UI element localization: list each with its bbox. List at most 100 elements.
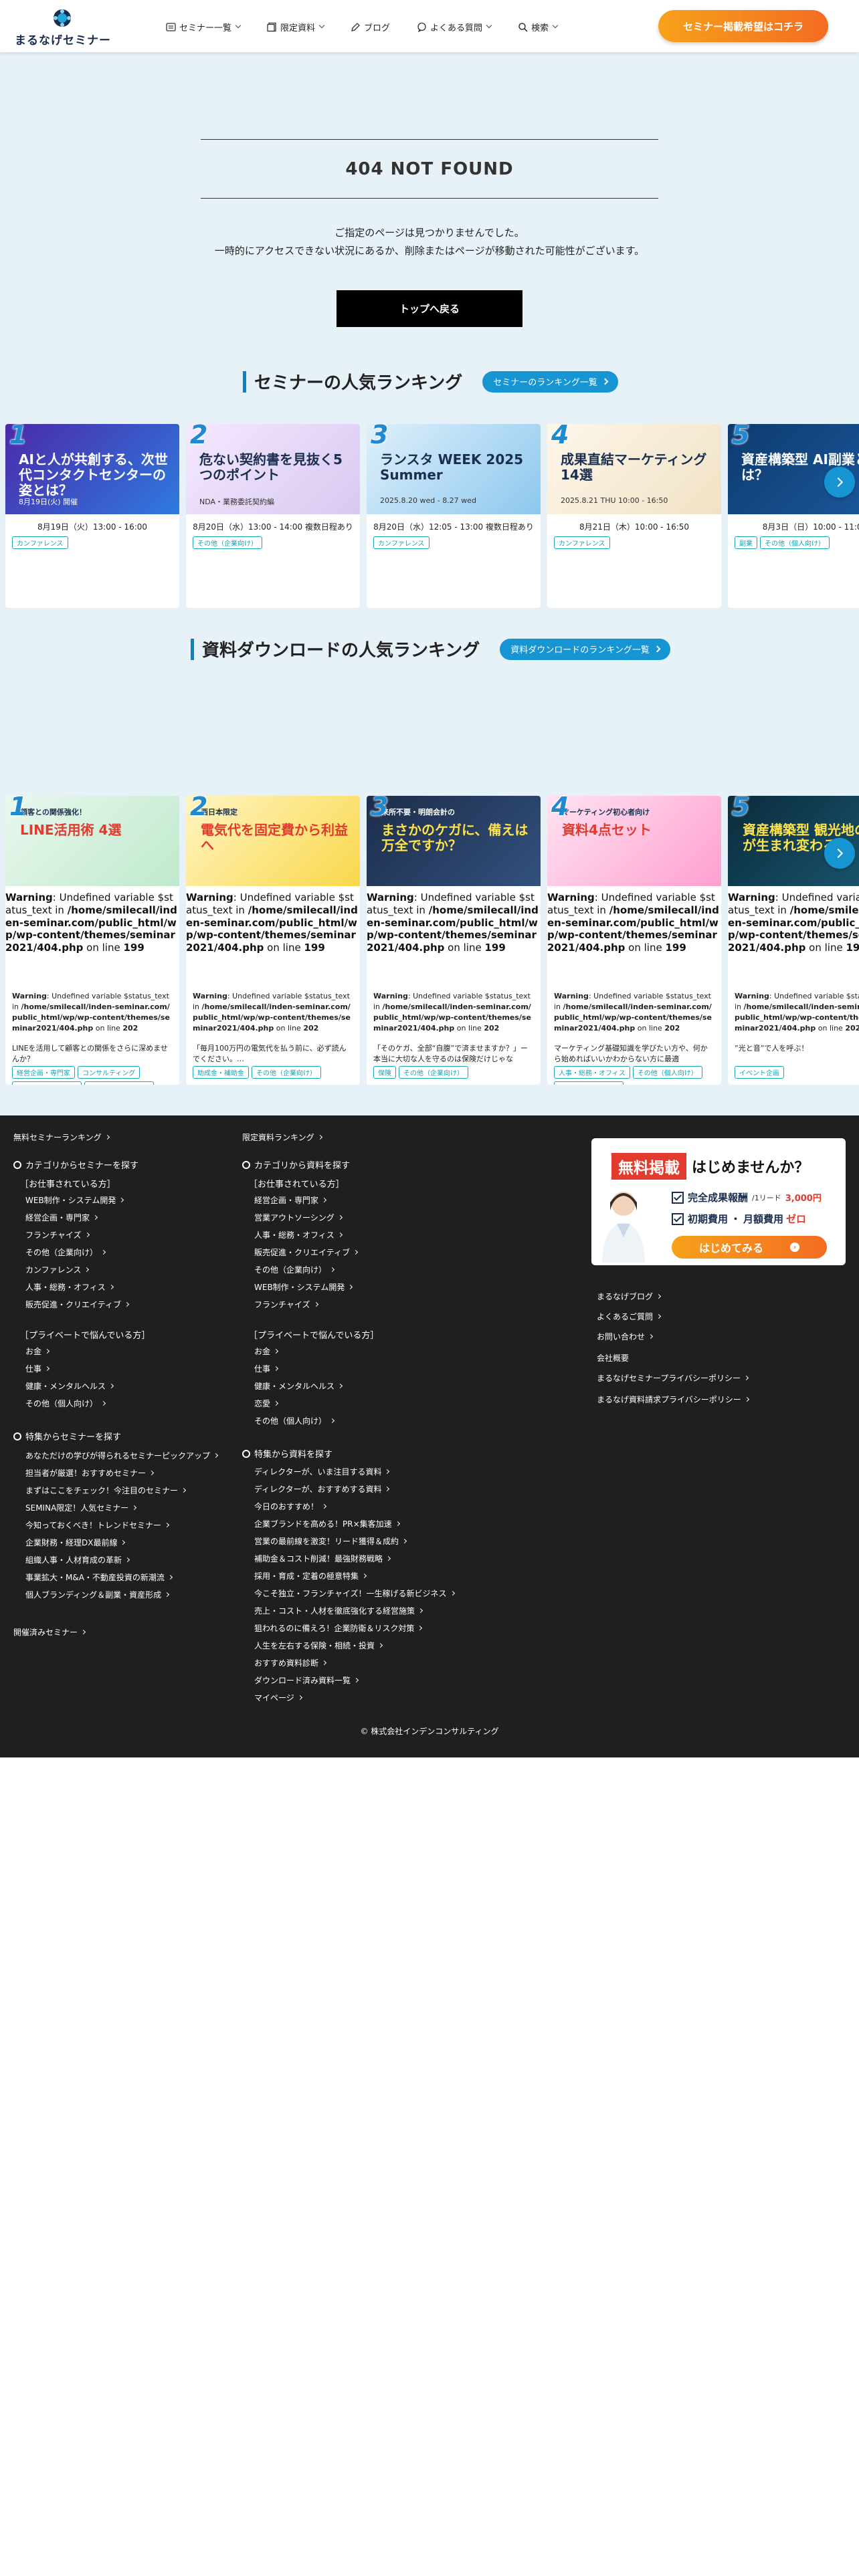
- footer-info-link[interactable]: まるなげ資料請求プライバシーポリシー: [597, 1394, 749, 1405]
- category-tag[interactable]: イベント企画: [735, 1066, 784, 1079]
- footer-link-document-private[interactable]: その他（個人向け）: [254, 1415, 335, 1426]
- footer-link-seminar-feature[interactable]: あなただけの学びが得られるセミナーピックアップ: [25, 1450, 219, 1461]
- footer-link-seminar-private[interactable]: お金: [25, 1346, 50, 1357]
- footer-link-document-private[interactable]: 健康・メンタルヘルス: [254, 1380, 343, 1392]
- footer-link-seminar-private[interactable]: 仕事: [25, 1363, 50, 1374]
- seminar-carousel-next-button[interactable]: [824, 467, 855, 498]
- footer-link-seminar-category[interactable]: 経営企画・専門家: [25, 1212, 98, 1223]
- seminar-ranking-list-button[interactable]: セミナーのランキング一覧: [482, 370, 618, 393]
- category-tag[interactable]: 経営企画・専門家: [12, 1066, 75, 1079]
- footer-link-document-category[interactable]: フランチャイズ: [254, 1299, 318, 1310]
- footer-link-document-category[interactable]: 販売促進・クリエイティブ: [254, 1247, 359, 1258]
- seminar-card[interactable]: 資産構築型 AI副業とは？ 5 8月3日（日）10:00 - 11:00 副業 その他（…: [728, 424, 859, 608]
- category-tag[interactable]: 保険: [373, 1066, 396, 1079]
- footer-link-document-category[interactable]: 経営企画・専門家: [254, 1194, 327, 1206]
- nav-item-3[interactable]: よくある質問: [417, 21, 492, 33]
- footer-link-document-private[interactable]: 恋愛: [254, 1398, 279, 1409]
- footer-link-seminar-ranking[interactable]: 無料セミナーランキング: [13, 1132, 110, 1143]
- footer-link-seminar-category[interactable]: 人事・総務・オフィス: [25, 1281, 114, 1293]
- category-tag[interactable]: カンファレンス: [12, 536, 68, 549]
- footer-link-seminar-category[interactable]: フランチャイズ: [25, 1229, 90, 1241]
- category-tag[interactable]: コンサルティング: [78, 1066, 140, 1079]
- seminar-thumbnail[interactable]: ランスタ WEEK 2025 Summer 2025.8.20 wed - 8.2…: [367, 424, 541, 514]
- footer-info-link[interactable]: まるなげブログ: [597, 1291, 662, 1302]
- footer-link-document-feature[interactable]: おすすめ資料診断: [254, 1657, 327, 1669]
- category-tag[interactable]: カンファレンス: [373, 536, 430, 549]
- footer-link-seminar-feature[interactable]: 個人ブランディング＆副業・資産形成: [25, 1589, 170, 1600]
- seminar-listing-cta-button[interactable]: セミナー掲載希望はコチラ: [658, 10, 828, 42]
- footer-link-document-feature[interactable]: 人生を左右する保険・相続・投資: [254, 1640, 383, 1651]
- download-ranking-list-button[interactable]: 資料ダウンロードのランキング一覧: [500, 638, 670, 660]
- footer-link-seminar-feature[interactable]: まずはここをチェック！今注目のセミナー: [25, 1485, 187, 1496]
- footer-link-seminar-private[interactable]: その他（個人向け）: [25, 1398, 106, 1409]
- footer-link-document-feature[interactable]: 企業ブランドを高める！PR×集客加速: [254, 1518, 400, 1529]
- category-tag[interactable]: その他（企業向け）: [399, 1066, 468, 1079]
- footer-link-document-category[interactable]: 人事・総務・オフィス: [254, 1229, 343, 1241]
- ad-start-button[interactable]: はじめてみる ›: [672, 1236, 827, 1259]
- footer-link-seminar-feature[interactable]: 今知っておくべき！トレンドセミナー: [25, 1519, 170, 1531]
- footer-link-document-feature[interactable]: ダウンロード済み資料一覧: [254, 1675, 359, 1686]
- footer-link-seminar-category[interactable]: その他（企業向け）: [25, 1247, 106, 1258]
- footer-link-document-private[interactable]: お金: [254, 1346, 279, 1357]
- footer-info-link[interactable]: よくあるご質問: [597, 1311, 662, 1322]
- category-tag[interactable]: その他（個人向け）: [760, 536, 830, 549]
- free-listing-ad-banner[interactable]: 無料掲載 はじめませんか？ 完全成果報酬 /1リード 3,000円 初期費用 ・…: [591, 1138, 846, 1265]
- footer-link-document-category[interactable]: WEB制作・システム開発: [254, 1281, 353, 1293]
- footer-link-seminar-feature[interactable]: 担当者が厳選！おすすめセミナー: [25, 1467, 155, 1479]
- footer-link-seminar-private[interactable]: 健康・メンタルヘルス: [25, 1380, 114, 1392]
- nav-item-2[interactable]: ブログ: [351, 21, 390, 33]
- category-tag[interactable]: その他（個人向け）: [632, 1066, 702, 1079]
- seminar-thumbnail[interactable]: 成果直結マーケティング 14選 2025.8.21 THU 10:00 - 16:…: [547, 424, 721, 514]
- footer-link-document-feature[interactable]: ディレクターが、いま注目する資料: [254, 1466, 390, 1477]
- seminar-card[interactable]: ランスタ WEEK 2025 Summer 2025.8.20 wed - 8.2…: [367, 424, 541, 608]
- footer-link-document-feature[interactable]: 補助金＆コスト削減！最強財務戦略: [254, 1553, 391, 1564]
- footer-link-seminar-feature[interactable]: 企業財務・経理DX最前線: [25, 1537, 126, 1548]
- footer-link-document-feature[interactable]: 採用・育成・定着の極意特集: [254, 1570, 367, 1582]
- category-tag[interactable]: カンファレンス: [554, 536, 610, 549]
- footer-link-seminar-category[interactable]: 販売促進・クリエイティブ: [25, 1299, 130, 1310]
- category-tag[interactable]: その他（企業向け）: [193, 536, 262, 549]
- seminar-thumbnail[interactable]: 危ない契約書を見抜く5つのポイント NDA・業務委託契約編 2: [186, 424, 360, 514]
- footer-link-document-feature[interactable]: 今日のおすすめ！: [254, 1501, 327, 1512]
- download-card[interactable]: 西日本限定 電気代を固定費から利益へ 2 Warning: Undefined var…: [186, 796, 360, 1085]
- footer-link-document-category[interactable]: 営業アウトソーシング: [254, 1212, 343, 1223]
- document-thumbnail[interactable]: 来所不要・明朗会計の まさかのケガに、備えは万全ですか？ 3: [367, 796, 541, 886]
- footer-link-document-ranking[interactable]: 限定資料ランキング: [242, 1132, 322, 1143]
- document-thumbnail[interactable]: 顧客との関係強化！ LINE活用術 4選 1: [5, 796, 179, 886]
- category-tag[interactable]: その他（企業向け）: [84, 1081, 154, 1085]
- category-tag[interactable]: その他（個人向け）: [12, 1081, 82, 1085]
- seminar-card[interactable]: AIと人が共創する、次世代コンタクトセンターの姿とは？ 8月19日(火) 開催 1 8…: [5, 424, 179, 608]
- download-card[interactable]: 顧客との関係強化！ LINE活用術 4選 1 Warning: Undefined v…: [5, 796, 179, 1085]
- document-thumbnail[interactable]: マーケティング初心者向け 資料4点セット 4: [547, 796, 721, 886]
- footer-link-seminar-feature[interactable]: SEMINA限定！人気セミナー: [25, 1502, 137, 1513]
- nav-item-4[interactable]: 検索: [518, 21, 559, 33]
- site-logo[interactable]: まるなげセミナー: [9, 7, 116, 47]
- seminar-card[interactable]: 危ない契約書を見抜く5つのポイント NDA・業務委託契約編 2 8月20日（水）13:…: [186, 424, 360, 608]
- footer-link-document-feature[interactable]: ディレクターが、おすすめする資料: [254, 1483, 390, 1495]
- footer-info-link[interactable]: 会社概要: [597, 1352, 629, 1364]
- nav-item-0[interactable]: セミナー一覧: [166, 21, 242, 33]
- category-tag[interactable]: 人事・総務・オフィス: [554, 1066, 630, 1079]
- footer-link-document-private[interactable]: 仕事: [254, 1363, 279, 1374]
- back-to-top-button[interactable]: トップへ戻る: [337, 290, 522, 327]
- category-tag[interactable]: その他（企業向け）: [554, 1081, 624, 1085]
- footer-link-document-feature[interactable]: マイページ: [254, 1692, 302, 1703]
- download-card[interactable]: マーケティング初心者向け 資料4点セット 4 Warning: Undefined v…: [547, 796, 721, 1085]
- footer-info-link[interactable]: お問い合わせ: [597, 1331, 654, 1342]
- download-card[interactable]: 来所不要・明朗会計の まさかのケガに、備えは万全ですか？ 3 Warning: Und…: [367, 796, 541, 1085]
- footer-link-seminar-feature[interactable]: 事業拡大・M&A・不動産投資の新潮流: [25, 1572, 173, 1583]
- category-tag[interactable]: 副業: [735, 536, 757, 549]
- footer-link-seminar-feature[interactable]: 組織人事・人材育成の革新: [25, 1554, 130, 1566]
- category-tag[interactable]: 助成金・補助金: [193, 1066, 249, 1079]
- category-tag[interactable]: その他（企業向け）: [252, 1066, 321, 1079]
- seminar-thumbnail[interactable]: AIと人が共創する、次世代コンタクトセンターの姿とは？ 8月19日(火) 開催 1: [5, 424, 179, 514]
- footer-link-seminar-category[interactable]: カンファレンス: [25, 1264, 90, 1275]
- footer-link-document-feature[interactable]: 今こそ独立・フランチャイズ！一生稼げる新ビジネス: [254, 1588, 455, 1599]
- footer-link-document-category[interactable]: その他（企業向け）: [254, 1264, 335, 1275]
- footer-link-document-feature[interactable]: 売上・コスト・人材を徹底強化する経営施策: [254, 1605, 423, 1616]
- download-carousel-next-button[interactable]: [824, 838, 855, 869]
- footer-link-document-feature[interactable]: 狙われるのに備えろ！企業防衛＆リスク対策: [254, 1622, 423, 1634]
- footer-info-link[interactable]: まるなげセミナープライバシーポリシー: [597, 1372, 749, 1384]
- nav-item-1[interactable]: 限定資料: [267, 21, 325, 33]
- seminar-card[interactable]: 成果直結マーケティング 14選 2025.8.21 THU 10:00 - 16:…: [547, 424, 721, 608]
